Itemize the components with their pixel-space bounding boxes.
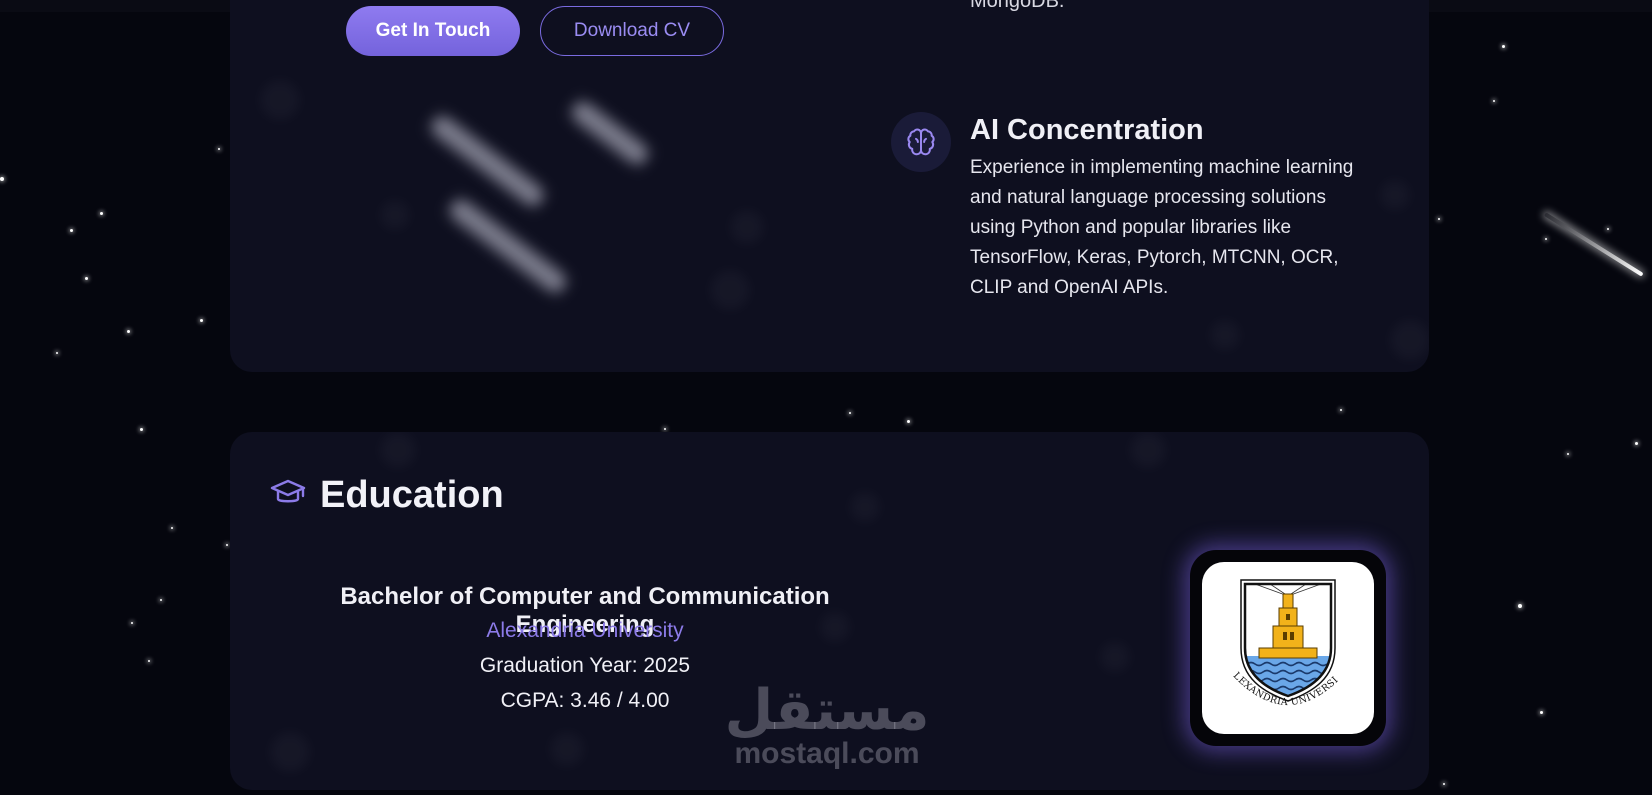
skills-text-cutoff: MongoDB. — [970, 0, 1065, 12]
star — [664, 428, 666, 430]
education-heading: Education — [270, 474, 504, 517]
star — [849, 412, 851, 414]
university-logo-frame: ALEXANDRIA UNIVERSITY — [1190, 550, 1386, 746]
star — [218, 148, 220, 150]
star — [140, 428, 143, 431]
download-cv-label: Download CV — [573, 20, 691, 41]
mostaql-watermark: مستقل mostaql.com — [722, 678, 932, 770]
feature-title: AI Concentration — [970, 114, 1204, 146]
feature-description: Experience in implementing machine learn… — [970, 157, 1354, 298]
alexandria-university-logo: ALEXANDRIA UNIVERSITY — [1202, 562, 1374, 734]
background-blob — [730, 210, 764, 244]
download-cv-button[interactable]: Download CV — [540, 6, 724, 56]
star — [1502, 45, 1505, 48]
watermark-latin: mostaql.com — [734, 737, 920, 770]
shooting-star — [1543, 212, 1644, 277]
get-in-touch-label: Get In Touch — [375, 20, 491, 41]
background-blob — [1380, 180, 1410, 210]
star — [85, 277, 88, 280]
star — [131, 622, 133, 624]
university-name: Alexandria University — [486, 619, 684, 642]
background-blob — [260, 80, 300, 120]
star — [100, 212, 103, 215]
blurred-streak — [426, 111, 549, 211]
star — [1518, 604, 1522, 608]
star — [1567, 453, 1569, 455]
star — [226, 544, 228, 546]
star — [160, 599, 162, 601]
brain-icon — [891, 112, 951, 172]
background-blob — [710, 270, 750, 310]
star — [1635, 442, 1638, 445]
background-blob — [270, 732, 310, 772]
star — [56, 352, 58, 354]
star — [1493, 100, 1495, 102]
star — [1607, 228, 1609, 230]
background-blob — [850, 492, 880, 522]
star — [200, 319, 203, 322]
star — [1545, 238, 1547, 240]
watermark-arabic: مستقل — [724, 678, 930, 743]
blurred-streak — [567, 97, 653, 169]
star — [907, 420, 910, 423]
star — [171, 527, 173, 529]
background-blob — [1100, 642, 1130, 672]
background-blob — [1130, 432, 1166, 468]
background-blob — [1390, 320, 1429, 360]
background-blob — [380, 200, 410, 230]
star — [1540, 711, 1543, 714]
background-blob — [380, 432, 416, 468]
star — [148, 660, 150, 662]
star — [1443, 783, 1445, 785]
star — [1340, 409, 1342, 411]
star — [70, 229, 73, 232]
blurred-streak — [445, 195, 571, 297]
star — [0, 177, 4, 181]
get-in-touch-button[interactable]: Get In Touch — [346, 6, 520, 56]
graduation-year: Graduation Year: 2025 — [479, 654, 691, 677]
graduation-cap-icon — [270, 478, 306, 513]
education-title: Education — [320, 474, 504, 516]
star — [127, 330, 130, 333]
background-blob — [550, 732, 584, 766]
background-blob — [1210, 320, 1240, 350]
star — [1438, 218, 1440, 220]
